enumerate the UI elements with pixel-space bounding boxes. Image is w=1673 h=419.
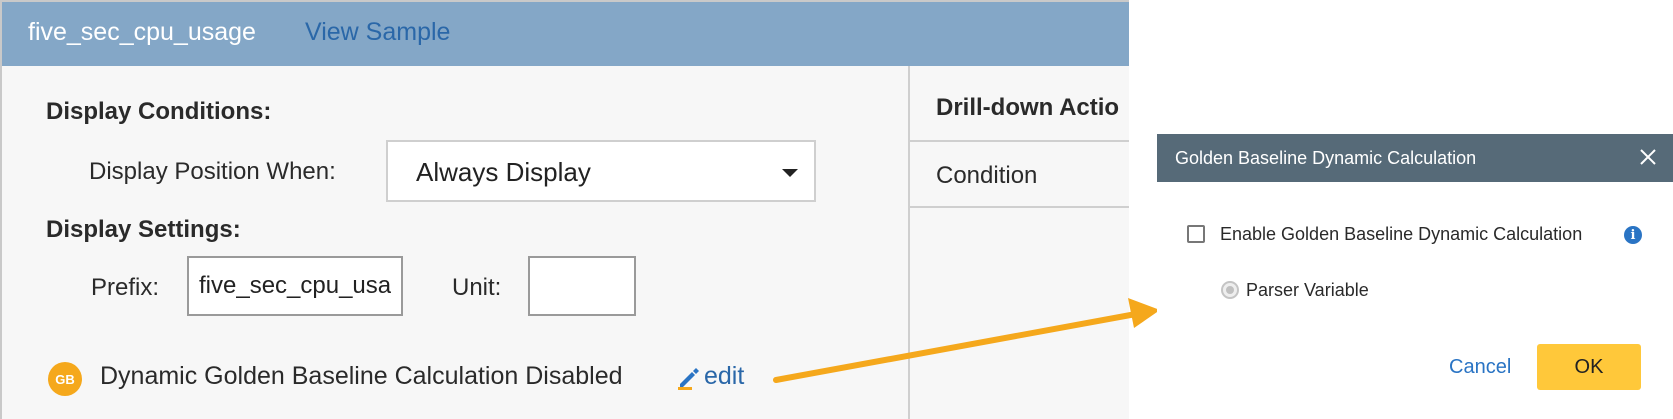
drilldown-title: Drill-down Actio: [936, 94, 1120, 121]
unit-label: Unit:: [452, 274, 502, 301]
golden-baseline-dialog: Golden Baseline Dynamic Calculation Enab…: [1157, 134, 1673, 404]
dialog-titlebar: Golden Baseline Dynamic Calculation: [1157, 134, 1673, 182]
prefix-input[interactable]: [187, 256, 403, 316]
chevron-down-icon: [782, 169, 798, 177]
dialog-title: Golden Baseline Dynamic Calculation: [1175, 148, 1477, 168]
display-settings-heading: Display Settings:: [46, 216, 241, 243]
enable-calculation-checkbox[interactable]: [1187, 225, 1205, 243]
view-sample-link[interactable]: View Sample: [305, 18, 450, 47]
edit-golden-baseline-link[interactable]: edit: [676, 362, 744, 391]
drilldown-table-header: Condition: [910, 140, 1129, 208]
cancel-button[interactable]: Cancel: [1449, 356, 1511, 379]
parser-variable-label: Parser Variable: [1246, 280, 1369, 300]
pencil-icon: [678, 367, 699, 390]
display-position-value: Always Display: [416, 157, 591, 187]
radio-dot: [1226, 286, 1234, 294]
golden-baseline-badge: GB: [48, 362, 82, 396]
edit-link-label: edit: [704, 362, 745, 390]
ok-button[interactable]: OK: [1537, 344, 1641, 390]
parser-variable-radio[interactable]: [1221, 281, 1239, 299]
display-conditions-heading: Display Conditions:: [46, 98, 272, 125]
info-icon[interactable]: i: [1624, 226, 1642, 244]
enable-calculation-label: Enable Golden Baseline Dynamic Calculati…: [1220, 224, 1583, 244]
panel-header: five_sec_cpu_usage View Sample: [2, 0, 1129, 66]
condition-column-header: Condition: [936, 162, 1038, 189]
display-position-label: Display Position When:: [89, 158, 336, 185]
golden-baseline-status: Dynamic Golden Baseline Calculation Disa…: [100, 362, 623, 390]
unit-input[interactable]: [528, 256, 636, 316]
header-title: five_sec_cpu_usage: [28, 18, 256, 46]
display-position-dropdown[interactable]: Always Display: [386, 140, 816, 202]
drilldown-panel: Drill-down Actio Condition: [908, 66, 1129, 419]
configuration-panel: five_sec_cpu_usage View Sample Display C…: [0, 0, 1129, 419]
prefix-label: Prefix:: [91, 274, 160, 301]
close-icon[interactable]: [1635, 144, 1661, 170]
